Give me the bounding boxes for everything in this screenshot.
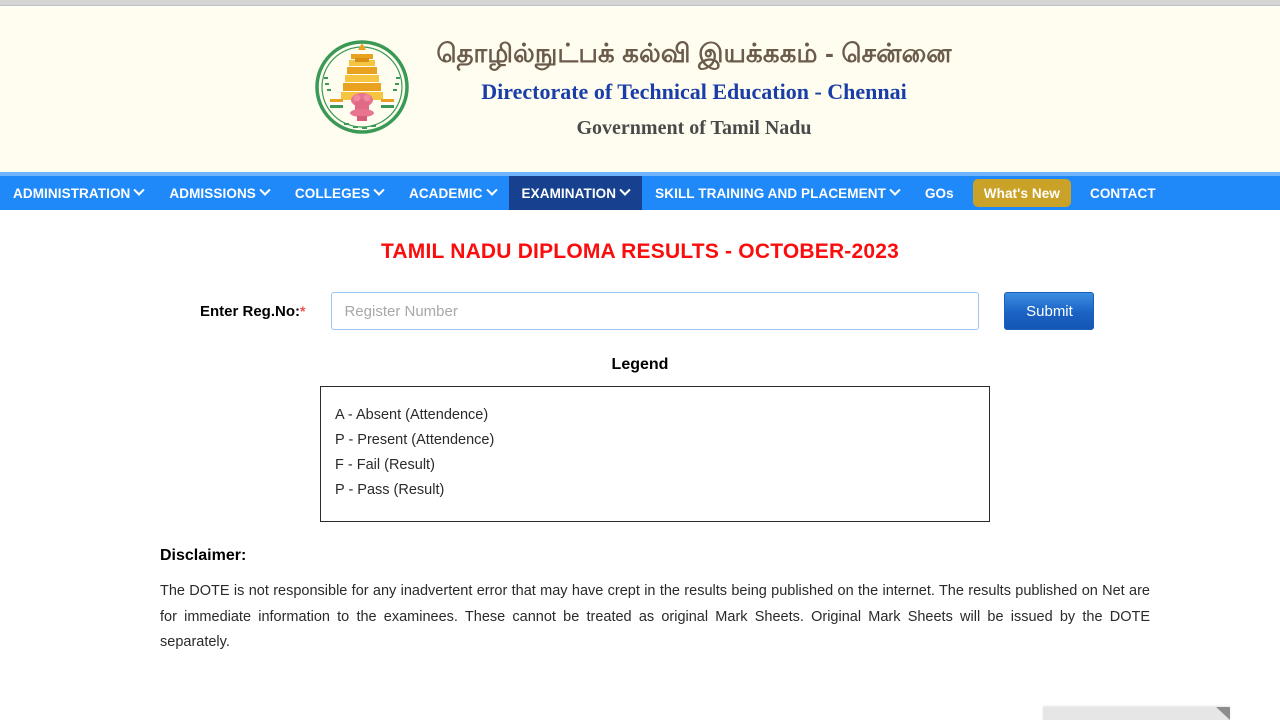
bottom-widget-expand-icon[interactable] bbox=[1216, 707, 1230, 720]
disclaimer-section: Disclaimer: The DOTE is not responsible … bbox=[0, 547, 1280, 656]
nav-item-gos[interactable]: GOs bbox=[912, 176, 967, 210]
nav-item-label: ADMINISTRATION bbox=[13, 185, 131, 201]
nav-item-label: ADMISSIONS bbox=[169, 185, 256, 201]
register-number-form: Enter Reg.No:* Submit bbox=[0, 292, 1280, 330]
header-inner: தொழில்நுட்பக் கல்வி இயக்ககம் - சென்னை Di… bbox=[314, 37, 951, 143]
chevron-down-icon bbox=[889, 184, 901, 196]
legend-line: P - Pass (Result) bbox=[335, 481, 445, 498]
nav-item-skill-training-and-placement[interactable]: SKILL TRAINING AND PLACEMENT bbox=[642, 176, 912, 210]
legend-line: F - Fail (Result) bbox=[335, 456, 435, 473]
page-title: TAMIL NADU DIPLOMA RESULTS - OCTOBER-202… bbox=[380, 240, 900, 263]
legend-line: A - Absent (Attendence) bbox=[335, 407, 489, 423]
nav-item-label: ACADEMIC bbox=[408, 185, 483, 201]
legend-box: A - Absent (Attendence) P - Present (Atte… bbox=[320, 386, 990, 522]
site-title-government: Government of Tamil Nadu bbox=[576, 116, 812, 139]
nav-item-label: What's New bbox=[983, 185, 1060, 201]
tamil-nadu-state-emblem-icon bbox=[314, 37, 410, 143]
site-title-english: Directorate of Technical Education - Che… bbox=[481, 78, 907, 104]
nav-item-admissions[interactable]: ADMISSIONS bbox=[156, 176, 282, 210]
site-header: தொழில்நுட்பக் கல்வி இயக்ககம் - சென்னை Di… bbox=[0, 7, 1280, 172]
nav-item-examination[interactable]: EXAMINATION bbox=[508, 176, 643, 210]
chevron-down-icon bbox=[373, 184, 385, 196]
register-number-label: Enter Reg.No:* bbox=[200, 303, 305, 320]
nav-item-academic[interactable]: ACADEMIC bbox=[396, 176, 509, 210]
chevron-down-icon bbox=[133, 184, 146, 196]
site-title-tamil: தொழில்நுட்பக் கல்வி இயக்ககம் - சென்னை bbox=[436, 38, 952, 69]
nav-item-what-s-new[interactable]: What's New bbox=[972, 179, 1071, 207]
header-titles: தொழில்நுட்பக் கல்வி இயக்ககம் - சென்னை Di… bbox=[436, 37, 951, 141]
register-number-input[interactable] bbox=[331, 292, 980, 330]
nav-item-colleges[interactable]: COLLEGES bbox=[282, 176, 396, 210]
disclaimer-body: The DOTE is not responsible for any inad… bbox=[160, 582, 1150, 651]
chevron-down-icon bbox=[485, 184, 498, 196]
submit-button[interactable]: Submit bbox=[1004, 292, 1095, 330]
nav-item-administration[interactable]: ADMINISTRATION bbox=[0, 176, 156, 210]
nav-item-label: EXAMINATION bbox=[521, 185, 617, 201]
bottom-widget-bar[interactable] bbox=[1043, 707, 1230, 720]
nav-item-label: COLLEGES bbox=[294, 185, 370, 201]
disclaimer-heading: Disclaimer: bbox=[160, 546, 247, 564]
legend-heading: Legend bbox=[611, 356, 669, 373]
chevron-down-icon bbox=[259, 184, 271, 196]
chevron-down-icon bbox=[619, 184, 631, 196]
page-content: TAMIL NADU DIPLOMA RESULTS - OCTOBER-202… bbox=[0, 210, 1280, 656]
nav-item-contact[interactable]: CONTACT bbox=[1077, 176, 1169, 210]
register-number-label-text: Enter Reg.No: bbox=[200, 302, 301, 320]
required-marker: * bbox=[300, 302, 306, 319]
nav-item-label: GOs bbox=[924, 185, 954, 201]
nav-item-label: SKILL TRAINING AND PLACEMENT bbox=[655, 185, 886, 201]
nav-item-label: CONTACT bbox=[1089, 185, 1156, 201]
main-navigation[interactable]: ADMINISTRATION ADMISSIONS COLLEGES ACADEMIC… bbox=[0, 176, 1280, 210]
legend-line: P - Present (Attendence) bbox=[335, 431, 495, 448]
browser-chrome-strip bbox=[0, 0, 1280, 6]
